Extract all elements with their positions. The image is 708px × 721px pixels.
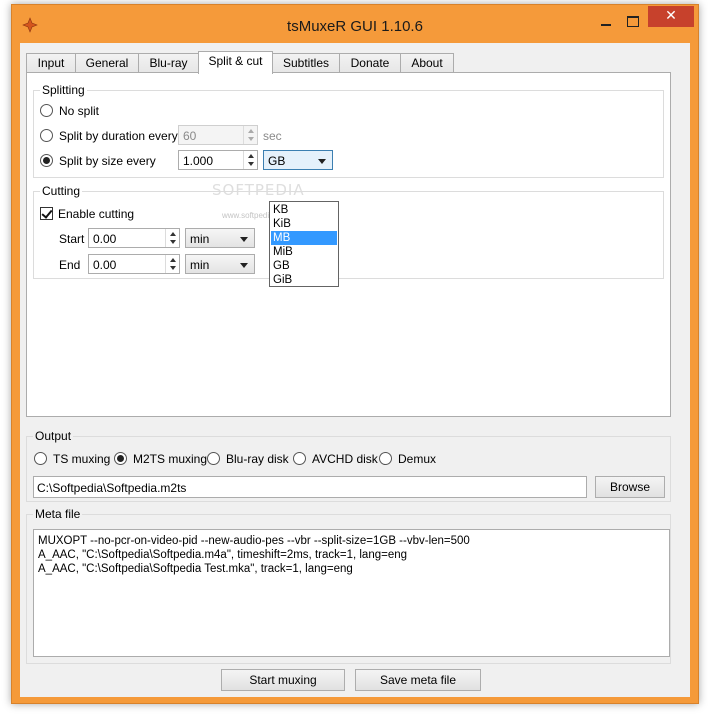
tab-donate[interactable]: Donate: [339, 53, 401, 73]
enable-cutting-checkbox[interactable]: [40, 207, 53, 220]
demux-radio[interactable]: [379, 452, 392, 465]
app-window: tsMuxeR GUI 1.10.6 ✕ Input General Blu-r…: [11, 4, 699, 704]
split-by-size-label[interactable]: Split by size every: [59, 154, 156, 168]
end-value: 0.00: [93, 258, 117, 272]
browse-button[interactable]: Browse: [595, 476, 665, 498]
meta-line: MUXOPT --no-pcr-on-video-pid --new-audio…: [38, 535, 470, 547]
output-group-label: Output: [33, 429, 74, 443]
size-value: 1.000: [183, 154, 214, 168]
tab-split-cut[interactable]: Split & cut: [198, 51, 273, 74]
meta-file-textarea[interactable]: MUXOPT --no-pcr-on-video-pid --new-audio…: [33, 529, 670, 657]
unit-option-kb[interactable]: KB: [271, 203, 337, 217]
start-spin-arrows-icon[interactable]: [165, 229, 179, 247]
start-label: Start: [59, 232, 85, 246]
split-cut-panel: Splitting No split Split by duration eve…: [26, 72, 671, 417]
size-spinbox[interactable]: 1.000: [178, 150, 258, 170]
end-spinbox[interactable]: 0.00: [88, 254, 180, 274]
close-icon: ✕: [665, 8, 677, 24]
m2ts-muxing-radio[interactable]: [114, 452, 127, 465]
start-spinbox[interactable]: 0.00: [88, 228, 180, 248]
duration-unit-label: sec: [263, 129, 282, 143]
meta-line: A_AAC, "C:\Softpedia\Softpedia Test.mka"…: [38, 563, 353, 575]
start-value: 0.00: [93, 232, 117, 246]
no-split-label[interactable]: No split: [59, 104, 99, 118]
split-by-size-radio[interactable]: [40, 154, 53, 167]
size-spin-arrows-icon[interactable]: [243, 151, 257, 169]
start-unit-combo[interactable]: min: [185, 228, 255, 248]
meta-file-group-label: Meta file: [33, 507, 83, 521]
start-unit-value: min: [190, 232, 210, 246]
chevron-down-icon: [240, 263, 248, 268]
save-meta-file-button[interactable]: Save meta file: [355, 669, 481, 691]
tab-blu-ray[interactable]: Blu-ray: [138, 53, 199, 73]
output-path-value: C:\Softpedia\Softpedia.m2ts: [37, 481, 187, 495]
no-split-radio[interactable]: [40, 104, 53, 117]
unit-option-gb[interactable]: GB: [271, 259, 337, 273]
blu-ray-disk-label[interactable]: Blu-ray disk: [226, 452, 289, 466]
demux-label[interactable]: Demux: [398, 452, 436, 466]
blu-ray-disk-radio[interactable]: [207, 452, 220, 465]
duration-spin-arrows-icon[interactable]: [243, 126, 257, 144]
ts-muxing-radio[interactable]: [34, 452, 47, 465]
unit-option-mb[interactable]: MB: [271, 231, 337, 245]
avchd-disk-label[interactable]: AVCHD disk: [312, 452, 378, 466]
client-area: Input General Blu-ray Split & cut Subtit…: [20, 43, 690, 697]
end-spin-arrows-icon[interactable]: [165, 255, 179, 273]
size-unit-value: GB: [268, 154, 286, 168]
split-by-duration-label[interactable]: Split by duration every: [59, 129, 178, 143]
end-unit-combo[interactable]: min: [185, 254, 255, 274]
size-unit-combo[interactable]: GB: [263, 150, 333, 170]
ts-muxing-label[interactable]: TS muxing: [53, 452, 110, 466]
tab-about[interactable]: About: [400, 53, 454, 73]
unit-option-mib[interactable]: MiB: [271, 245, 337, 259]
meta-file-group: Meta file MUXOPT --no-pcr-on-video-pid -…: [26, 507, 671, 664]
chevron-down-icon: [240, 237, 248, 242]
split-by-duration-radio[interactable]: [40, 129, 53, 142]
duration-spinbox[interactable]: 60: [178, 125, 258, 145]
meta-line: A_AAC, "C:\Softpedia\Softpedia.m4a", tim…: [38, 549, 408, 561]
m2ts-muxing-label[interactable]: M2TS muxing: [133, 452, 207, 466]
cutting-group: Cutting Enable cutting Start 0.00 min En…: [33, 184, 664, 279]
avchd-disk-radio[interactable]: [293, 452, 306, 465]
duration-value: 60: [183, 129, 197, 143]
cutting-group-label: Cutting: [40, 184, 83, 198]
end-unit-value: min: [190, 258, 210, 272]
size-unit-dropdown[interactable]: KB KiB MB MiB GB GiB: [269, 201, 339, 287]
title-bar[interactable]: tsMuxeR GUI 1.10.6 ✕: [12, 5, 698, 43]
enable-cutting-label[interactable]: Enable cutting: [58, 207, 134, 221]
start-muxing-button[interactable]: Start muxing: [221, 669, 345, 691]
minimize-button[interactable]: [595, 15, 617, 29]
chevron-down-icon: [318, 159, 326, 164]
tab-general[interactable]: General: [75, 53, 139, 73]
tab-input[interactable]: Input: [26, 53, 76, 73]
tab-subtitles[interactable]: Subtitles: [272, 53, 340, 73]
output-group: Output TS muxing M2TS muxing Blu-ray dis…: [26, 429, 671, 502]
splitting-group-label: Splitting: [40, 83, 87, 97]
close-button[interactable]: ✕: [648, 6, 694, 27]
unit-option-kib[interactable]: KiB: [271, 217, 337, 231]
splitting-group: Splitting No split Split by duration eve…: [33, 83, 664, 178]
maximize-button[interactable]: [622, 14, 644, 28]
end-label: End: [59, 258, 81, 272]
output-path-input[interactable]: C:\Softpedia\Softpedia.m2ts: [33, 476, 587, 498]
unit-option-gib[interactable]: GiB: [271, 273, 337, 287]
